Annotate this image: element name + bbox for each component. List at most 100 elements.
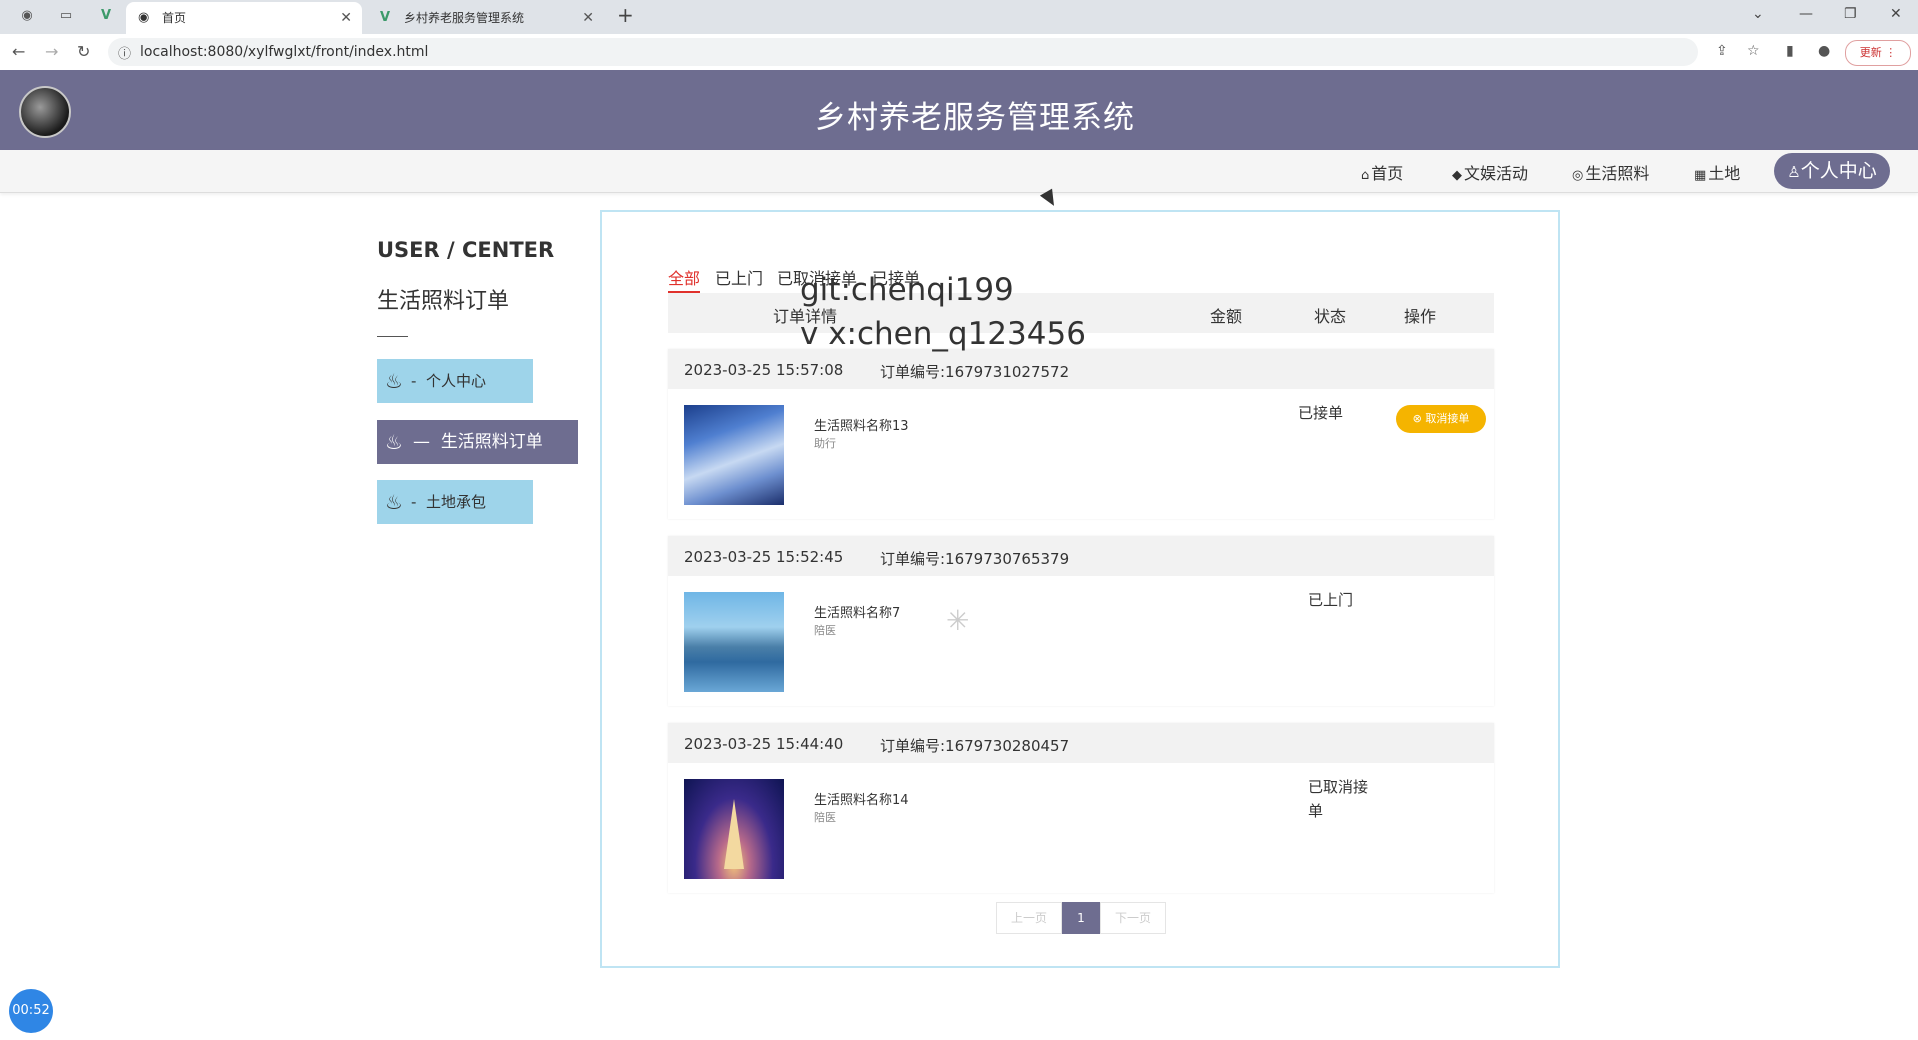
column-header: 金额 xyxy=(1210,307,1243,326)
url-text[interactable]: localhost:8080/xylfwglxt/front/index.htm… xyxy=(140,44,428,60)
sidebar-icon[interactable]: ▮ xyxy=(1786,43,1794,59)
close-icon[interactable]: ✕ xyxy=(582,2,594,34)
vue-icon: V xyxy=(380,10,391,25)
forward-icon[interactable]: → xyxy=(45,42,58,61)
share-icon[interactable]: ⇪ xyxy=(1716,43,1728,59)
close-icon[interactable]: ✕ xyxy=(340,2,352,34)
watermark-line: v x:chen_q123456 xyxy=(800,316,1086,352)
sidebar-prefix: - xyxy=(411,493,417,511)
nav-item-activities[interactable]: ◆ 文娱活动 xyxy=(1452,160,1528,184)
grid-icon: ▦ xyxy=(1694,168,1707,183)
order-status: 已接单 xyxy=(1298,404,1344,422)
column-header: 操作 xyxy=(1404,307,1437,326)
vue-icon[interactable]: V xyxy=(98,8,114,24)
minimize-icon[interactable]: — xyxy=(1799,6,1813,22)
order-header: 2023-03-25 15:44:40 订单编号:1679730280457 xyxy=(668,723,1494,763)
update-label: 更新 xyxy=(1859,46,1882,59)
order-item-category: 助行 xyxy=(814,437,836,450)
loading-spinner-icon: ✳ xyxy=(946,604,970,637)
browser-tab-bar: ◉ ▭ V ◉ 首页 ✕ V 乡村养老服务管理系统 ✕ + ⌄ — ❐ ✕ xyxy=(0,0,1918,34)
nav-item-land[interactable]: ▦ 土地 xyxy=(1694,160,1740,184)
recording-timer[interactable]: 00:52 xyxy=(9,989,53,1033)
order-card: 2023-03-25 15:57:08 订单编号:1679731027572 生… xyxy=(668,349,1494,519)
cancel-order-button[interactable]: ⊗ 取消接单 xyxy=(1396,405,1486,433)
tab-home[interactable]: ◉ 首页 ✕ xyxy=(126,2,362,34)
order-header: 2023-03-25 15:52:45 订单编号:1679730765379 xyxy=(668,536,1494,576)
watermark-line: git:chenqi199 xyxy=(800,272,1014,308)
info-icon[interactable]: ⓘ xyxy=(118,43,131,62)
user-center-subtitle: 生活照料订单 xyxy=(377,289,510,314)
filter-visited[interactable]: 已上门 xyxy=(715,265,763,289)
sidebar-item-care-orders[interactable]: ♨ — 生活照料订单 xyxy=(377,420,578,464)
update-button[interactable]: 更新 ⋮ xyxy=(1845,40,1911,66)
order-item-name: 生活照料名称7 xyxy=(814,606,901,621)
order-number: 订单编号:1679730765379 xyxy=(880,550,1070,568)
close-icon[interactable]: ✕ xyxy=(1890,6,1902,22)
order-item-name: 生活照料名称13 xyxy=(814,419,909,434)
site-title: 乡村养老服务管理系统 xyxy=(815,100,1135,136)
flame-icon: ♨ xyxy=(385,490,403,514)
sidebar-prefix: - xyxy=(411,372,417,390)
sidebar-item-user-center[interactable]: ♨ - 个人中心 xyxy=(377,359,533,403)
order-item-category: 陪医 xyxy=(814,624,836,637)
user-icon: ♙ xyxy=(1787,163,1801,181)
order-card: 2023-03-25 15:44:40 订单编号:1679730280457 生… xyxy=(668,723,1494,893)
prev-page-button[interactable]: 上一页 xyxy=(996,902,1062,934)
blank-tab-icon[interactable]: ▭ xyxy=(58,8,74,24)
flame-icon: ♨ xyxy=(385,369,403,393)
cancel-icon: ⊗ xyxy=(1412,412,1422,425)
globe-icon: ◉ xyxy=(138,10,150,25)
nav-label: 个人中心 xyxy=(1800,160,1877,182)
url-field[interactable]: ⓘ localhost:8080/xylfwglxt/front/index.h… xyxy=(108,38,1698,66)
profile-icon[interactable]: ● xyxy=(1818,43,1830,59)
sidebar-item-label: 个人中心 xyxy=(425,372,486,390)
sidebar-item-label: 生活照料订单 xyxy=(440,432,543,452)
restore-icon[interactable]: ❐ xyxy=(1844,6,1857,22)
site-header: 乡村养老服务管理系统 xyxy=(0,70,1918,150)
nav-label: 文娱活动 xyxy=(1464,164,1529,183)
reload-icon[interactable]: ↻ xyxy=(77,42,90,61)
order-time: 2023-03-25 15:52:45 xyxy=(684,548,844,566)
divider xyxy=(377,336,408,337)
nav-label: 首页 xyxy=(1371,164,1404,183)
next-page-button[interactable]: 下一页 xyxy=(1100,902,1166,934)
filter-all[interactable]: 全部 xyxy=(668,265,701,293)
back-icon[interactable]: ← xyxy=(12,42,25,61)
user-center-title: USER / CENTER xyxy=(377,238,555,262)
column-header: 状态 xyxy=(1314,307,1347,326)
nav-item-home[interactable]: ⌂ 首页 xyxy=(1361,160,1403,184)
cancel-order-label: 取消接单 xyxy=(1425,412,1470,425)
order-image[interactable] xyxy=(684,779,784,879)
page-1-button[interactable]: 1 xyxy=(1062,902,1100,934)
order-header: 2023-03-25 15:57:08 订单编号:1679731027572 xyxy=(668,349,1494,389)
order-number: 订单编号:1679730280457 xyxy=(880,737,1070,755)
nav-label: 土地 xyxy=(1708,164,1741,183)
order-status: 已取消接单 xyxy=(1308,778,1369,820)
tower-shape xyxy=(724,799,744,869)
nav-label: 生活照料 xyxy=(1585,164,1650,183)
nav-item-user-center[interactable]: ♙个人中心 xyxy=(1774,153,1890,189)
order-number: 订单编号:1679731027572 xyxy=(880,363,1070,381)
palette-icon: ◎ xyxy=(1572,168,1584,183)
tab-label: 首页 xyxy=(162,11,187,25)
sidebar-item-label: 土地承包 xyxy=(425,493,486,511)
top-nav: ⌂ 首页 ◆ 文娱活动 ◎ 生活照料 ▦ 土地 ♙个人中心 xyxy=(0,150,1918,193)
flame-icon: ♨ xyxy=(385,430,403,454)
graduation-cap-icon: ◆ xyxy=(1452,168,1462,183)
order-time: 2023-03-25 15:44:40 xyxy=(684,735,844,753)
star-icon[interactable]: ☆ xyxy=(1747,43,1760,59)
home-icon: ⌂ xyxy=(1361,168,1370,183)
tab-system[interactable]: V 乡村养老服务管理系统 ✕ xyxy=(368,2,604,34)
globe-icon[interactable]: ◉ xyxy=(19,8,35,24)
new-tab-icon[interactable]: + xyxy=(617,3,634,27)
order-item-category: 陪医 xyxy=(814,811,836,824)
order-image[interactable] xyxy=(684,592,784,692)
order-item-name: 生活照料名称14 xyxy=(814,793,909,808)
sidebar-prefix: — xyxy=(413,432,430,452)
sidebar-item-land-contract[interactable]: ♨ - 土地承包 xyxy=(377,480,533,524)
address-bar: ← → ↻ ⓘ localhost:8080/xylfwglxt/front/i… xyxy=(0,34,1918,71)
chevron-down-icon[interactable]: ⌄ xyxy=(1752,6,1764,22)
order-image[interactable] xyxy=(684,405,784,505)
order-time: 2023-03-25 15:57:08 xyxy=(684,361,844,379)
nav-item-care[interactable]: ◎ 生活照料 xyxy=(1572,160,1649,184)
